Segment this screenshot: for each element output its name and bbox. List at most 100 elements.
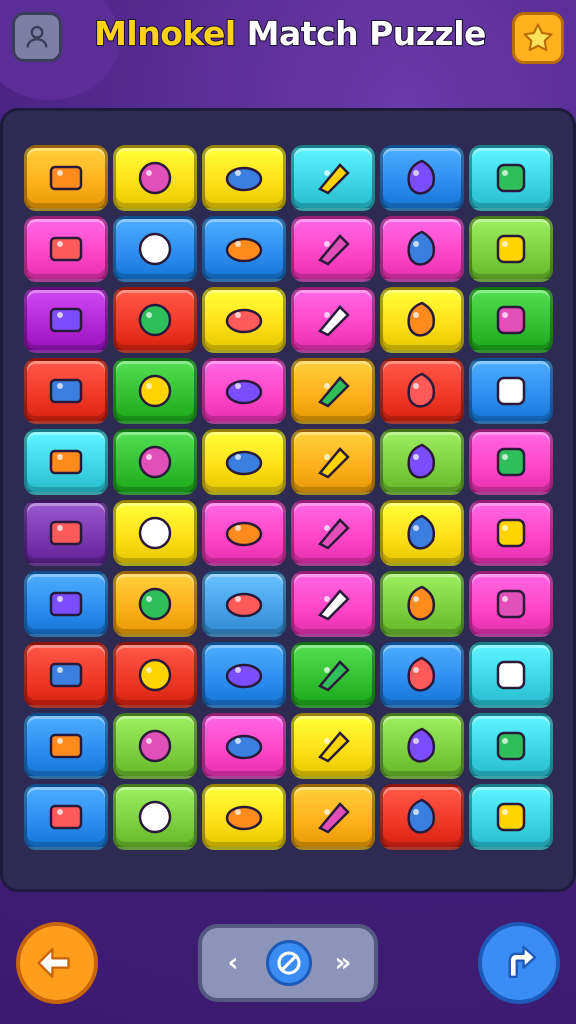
tile-tape[interactable] — [469, 500, 553, 566]
fish-icon — [225, 379, 263, 405]
tile-eye[interactable] — [24, 571, 108, 637]
car-icon — [225, 450, 263, 476]
tile-can[interactable] — [202, 500, 286, 566]
tile-roll[interactable] — [24, 500, 108, 566]
battery-icon — [138, 729, 172, 763]
play-icon — [496, 163, 526, 193]
tile-tomato[interactable] — [113, 642, 197, 708]
tile-lemon[interactable] — [291, 145, 375, 211]
marker-icon — [496, 305, 526, 335]
chocolate-icon — [318, 802, 350, 834]
user-icon — [26, 25, 48, 48]
donut-icon — [318, 731, 350, 763]
tile-car[interactable] — [202, 429, 286, 495]
tile-cheese[interactable] — [380, 216, 464, 282]
leaf-icon — [225, 166, 263, 192]
tile-fish[interactable] — [202, 358, 286, 424]
tile-bubble[interactable] — [202, 642, 286, 708]
tile-book[interactable] — [291, 358, 375, 424]
gear-icon — [318, 234, 350, 266]
tile-monster[interactable] — [380, 358, 464, 424]
tile-pencil[interactable] — [380, 287, 464, 353]
tile-cube[interactable] — [469, 216, 553, 282]
tile-chocolate[interactable] — [291, 784, 375, 850]
butter-icon — [49, 378, 83, 404]
rolling-pin-icon — [225, 237, 263, 263]
tile-sun[interactable] — [291, 500, 375, 566]
redo-button[interactable] — [478, 922, 560, 1004]
tile-jar[interactable] — [24, 642, 108, 708]
tile-yarn[interactable] — [113, 571, 197, 637]
tile-bear[interactable] — [202, 713, 286, 779]
tile-strawberry[interactable] — [469, 713, 553, 779]
tile-calendar[interactable] — [113, 145, 197, 211]
bag-icon — [225, 805, 263, 831]
eye-icon — [49, 591, 83, 617]
tile-leaf[interactable] — [202, 145, 286, 211]
pencil-icon — [407, 301, 436, 337]
tile-ball[interactable] — [113, 500, 197, 566]
level-navigation: ‹ » — [198, 924, 378, 1002]
tile-bag[interactable] — [202, 784, 286, 850]
tile-capsule[interactable] — [380, 784, 464, 850]
tile-butter[interactable] — [469, 358, 553, 424]
tile-plum[interactable] — [24, 216, 108, 282]
header: Mlnokel Match Puzzle — [0, 0, 576, 80]
tile-ring[interactable] — [24, 287, 108, 353]
tile-box[interactable] — [24, 145, 108, 211]
tile-phone[interactable] — [202, 287, 286, 353]
tile-printer[interactable] — [380, 713, 464, 779]
bear-icon — [225, 734, 263, 760]
tile-cookie[interactable] — [113, 287, 197, 353]
tile-berry[interactable] — [380, 429, 464, 495]
chevron-left-icon[interactable]: ‹ — [218, 948, 248, 978]
tile-dish[interactable] — [380, 571, 464, 637]
tile-pear[interactable] — [291, 642, 375, 708]
tomato-icon — [138, 658, 172, 692]
tile-glue[interactable] — [113, 358, 197, 424]
butter-icon — [496, 376, 526, 406]
tile-flower[interactable] — [380, 145, 464, 211]
palette-icon — [407, 514, 436, 550]
tile-snake[interactable] — [113, 216, 197, 282]
undo-button[interactable] — [16, 922, 98, 1004]
sun-icon — [318, 518, 350, 550]
lemon-icon — [318, 163, 350, 195]
tile-battery[interactable] — [113, 713, 197, 779]
tile-play[interactable] — [469, 145, 553, 211]
tile-slime[interactable] — [113, 784, 197, 850]
profile-button[interactable] — [12, 12, 62, 62]
ban-icon — [277, 951, 301, 975]
tile-chick[interactable] — [291, 571, 375, 637]
tile-butter[interactable] — [24, 358, 108, 424]
tile-marker[interactable] — [469, 287, 553, 353]
tile-envelope[interactable] — [469, 429, 553, 495]
tile-carrot[interactable] — [24, 784, 108, 850]
tile-donut[interactable] — [291, 713, 375, 779]
center-button[interactable] — [266, 940, 312, 986]
tile-rolling-pin[interactable] — [202, 216, 286, 282]
tile-popsicle[interactable] — [291, 429, 375, 495]
tile-bean[interactable] — [380, 642, 464, 708]
tile-crayon[interactable] — [202, 571, 286, 637]
tile-mango[interactable] — [24, 429, 108, 495]
tile-crate[interactable] — [469, 642, 553, 708]
tile-apple[interactable] — [469, 784, 553, 850]
title-word-1: Mlnokel — [93, 13, 237, 54]
printer-icon — [407, 727, 436, 763]
glue-icon — [138, 374, 172, 408]
double-chevron-right-icon[interactable]: » — [328, 948, 358, 978]
tile-lens[interactable] — [24, 713, 108, 779]
tile-gear[interactable] — [291, 216, 375, 282]
tile-kite[interactable] — [291, 287, 375, 353]
undo-arrow-icon — [37, 948, 70, 978]
can-icon — [225, 521, 263, 547]
plum-icon — [49, 236, 83, 262]
calendar-icon — [138, 161, 172, 195]
tile-pea-pod[interactable] — [113, 429, 197, 495]
footer-controls: ‹ » — [0, 900, 576, 1024]
phone-icon — [225, 308, 263, 334]
tile-pencil[interactable] — [469, 571, 553, 637]
star-button[interactable] — [512, 12, 564, 64]
tile-palette[interactable] — [380, 500, 464, 566]
